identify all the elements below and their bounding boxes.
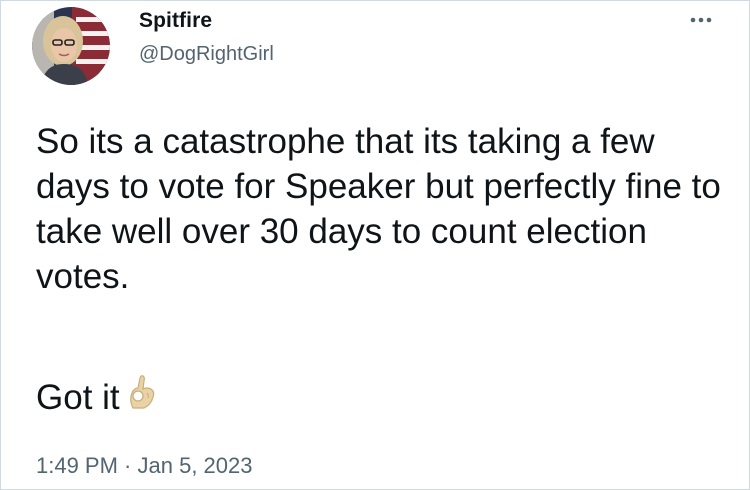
user-avatar-icon: [32, 7, 110, 85]
more-options-button[interactable]: [684, 5, 718, 35]
tweet-followup: Got it: [36, 374, 157, 421]
tweet-time: 1:49 PM: [36, 453, 118, 478]
tweet-timestamp[interactable]: 1:49 PM · Jan 5, 2023: [36, 453, 252, 479]
ok-hand-emoji-icon: [127, 374, 157, 421]
tweet-date: Jan 5, 2023: [137, 453, 253, 478]
author-display-name[interactable]: Spitfire: [139, 9, 212, 33]
tweet-text: So its a catastrophe that its taking a f…: [36, 122, 721, 296]
timestamp-separator: ·: [117, 453, 138, 478]
avatar[interactable]: [32, 7, 110, 85]
tweet-card: Spitfire @DogRightGirl So its a catastro…: [0, 0, 750, 490]
author-handle[interactable]: @DogRightGirl: [139, 43, 274, 66]
tweet-followup-text: Got it: [36, 378, 120, 417]
more-options-icon: [690, 17, 712, 23]
